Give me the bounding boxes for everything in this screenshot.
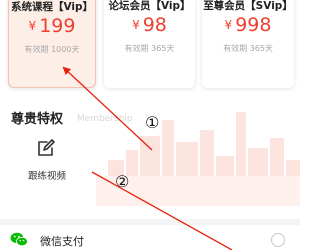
- wechat-icon: [10, 232, 28, 247]
- plan-card-system-course[interactable]: 系统课程【Vip】 ¥199 有效期 1000天: [8, 0, 96, 88]
- payment-option-wechat[interactable]: 微信支付: [0, 228, 300, 250]
- currency-symbol: ¥: [132, 18, 140, 32]
- plan-price: ¥998: [202, 14, 294, 36]
- plan-price: ¥199: [9, 15, 95, 37]
- membership-purchase-screen: 系统课程【Vip】 ¥199 有效期 1000天 论坛会员【Vip】 ¥98 有…: [0, 0, 300, 250]
- payment-radio-button[interactable]: [271, 233, 285, 247]
- plan-price: ¥98: [104, 14, 195, 36]
- privilege-label: 跟练视频: [27, 171, 66, 182]
- currency-symbol: ¥: [224, 18, 233, 32]
- currency-symbol: ¥: [28, 19, 37, 33]
- payment-method-label: 微信支付: [40, 235, 84, 248]
- privileges-subtitle: Membership: [77, 114, 133, 124]
- plan-title: 论坛会员【Vip】: [108, 0, 191, 12]
- section-divider: [0, 219, 300, 225]
- plan-title: 至尊会员【SVip】: [203, 0, 293, 12]
- privileges-title: 尊贵特权: [11, 112, 64, 127]
- plan-validity: 有效期 1000天: [24, 45, 80, 54]
- price-amount: 998: [235, 14, 272, 36]
- plan-card-supreme-member[interactable]: 至尊会员【SVip】 ¥998 有效期 365天: [202, 0, 294, 88]
- price-amount: 199: [39, 15, 76, 37]
- plan-title: 系统课程【Vip】: [10, 1, 94, 13]
- plan-card-forum-member[interactable]: 论坛会员【Vip】 ¥98 有效期 365天: [104, 0, 195, 88]
- price-amount: 98: [142, 14, 167, 36]
- plan-validity: 有效期 365天: [223, 44, 273, 53]
- pen-edit-icon: [38, 139, 55, 156]
- plan-validity: 有效期 365天: [124, 44, 175, 53]
- privilege-item-follow-video[interactable]: 跟练视频: [24, 138, 70, 184]
